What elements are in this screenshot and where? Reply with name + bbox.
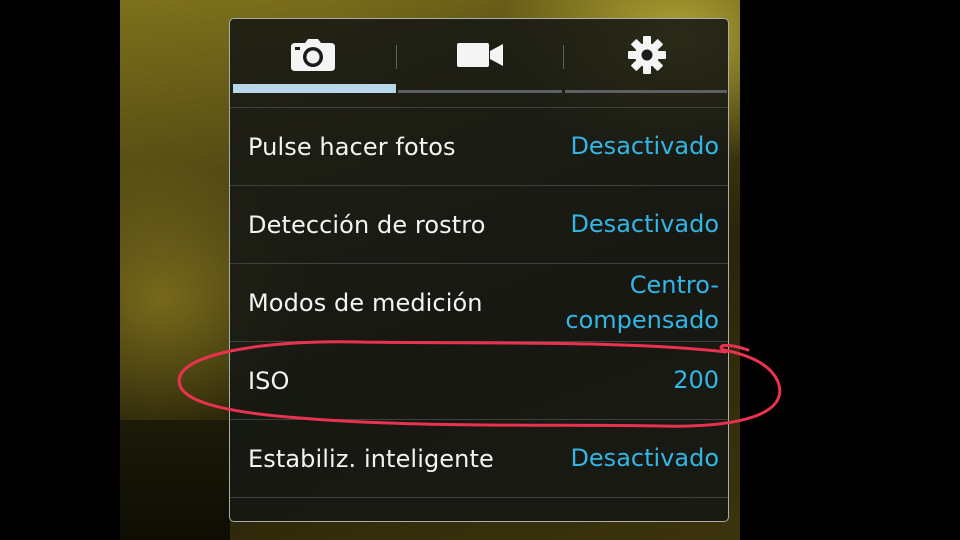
tab-photo[interactable] <box>230 19 396 91</box>
setting-value: 200 <box>673 366 719 394</box>
setting-label: ISO <box>248 366 290 395</box>
setting-value: Centro-compensado <box>565 270 719 334</box>
setting-label: Detección de rostro <box>248 210 486 239</box>
camera-icon <box>291 39 335 71</box>
setting-row-deteccion-de-rostro[interactable]: Detección de rostro Desactivado <box>230 185 728 263</box>
setting-row-modos-de-medicion[interactable]: Modos de medición Centro-compensado <box>230 263 728 341</box>
viewfinder-dark-object <box>120 420 230 540</box>
setting-label: Estabiliz. inteligente <box>248 444 494 473</box>
tab-settings[interactable] <box>564 19 728 91</box>
setting-row-iso[interactable]: ISO 200 <box>230 341 728 419</box>
settings-list: Pulse hacer fotos Desactivado Detección … <box>230 107 728 497</box>
active-tab-indicator <box>233 84 396 93</box>
list-divider <box>230 497 728 498</box>
gear-icon <box>628 36 666 74</box>
setting-row-estabiliz-inteligente[interactable]: Estabiliz. inteligente Desactivado <box>230 419 728 497</box>
video-camera-icon <box>457 43 503 67</box>
camera-settings-panel: Pulse hacer fotos Desactivado Detección … <box>229 18 729 522</box>
setting-value: Desactivado <box>570 132 719 160</box>
setting-value: Desactivado <box>570 210 719 238</box>
tab-indicator <box>565 90 727 93</box>
settings-tabs <box>230 19 728 111</box>
setting-value: Desactivado <box>570 444 719 472</box>
setting-row-pulse-hacer-fotos[interactable]: Pulse hacer fotos Desactivado <box>230 107 728 185</box>
setting-label: Modos de medición <box>248 288 483 317</box>
tab-video[interactable] <box>397 19 563 91</box>
setting-label: Pulse hacer fotos <box>248 132 456 161</box>
tab-indicator <box>398 90 562 93</box>
